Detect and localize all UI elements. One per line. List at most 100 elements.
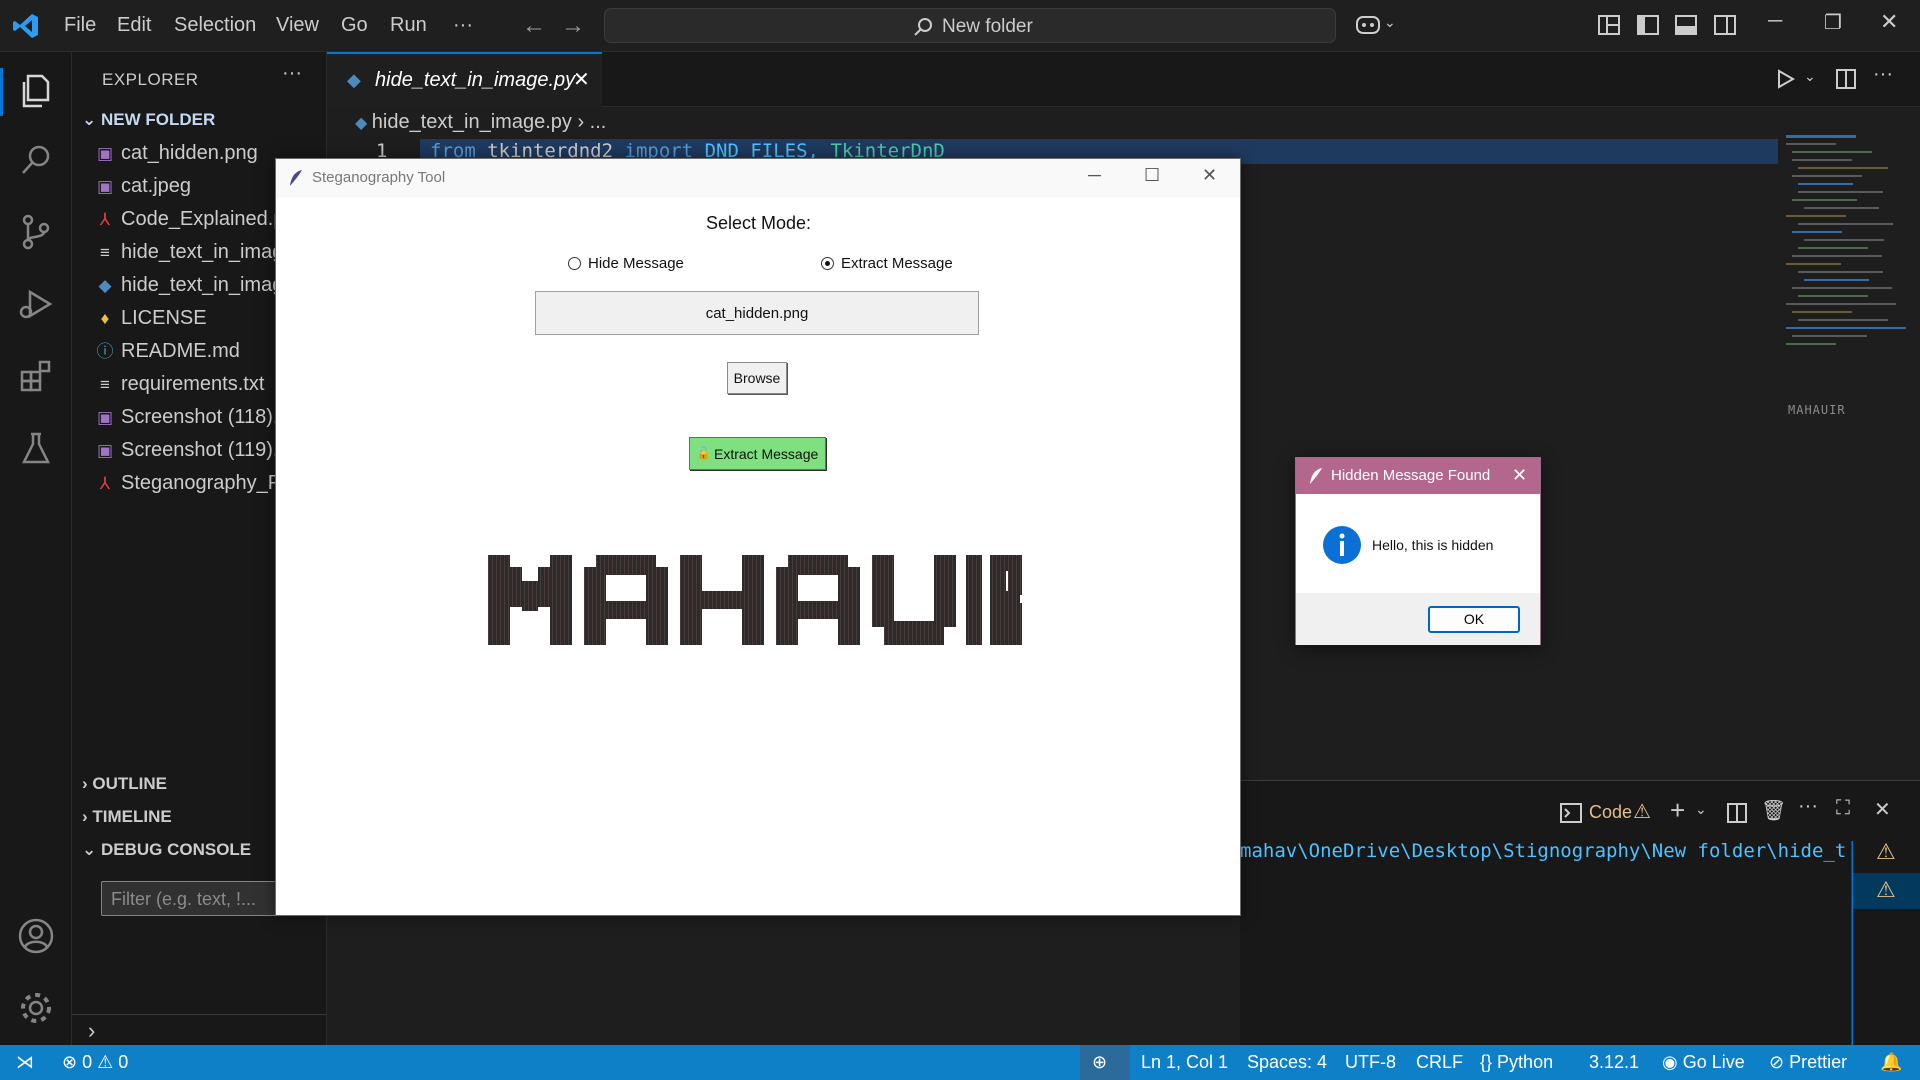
explorer-title: EXPLORER bbox=[102, 70, 199, 89]
close-window-icon[interactable]: ✕ bbox=[1202, 165, 1217, 186]
run-debug-icon[interactable] bbox=[16, 284, 56, 324]
close-window-icon[interactable]: ✕ bbox=[1880, 9, 1898, 35]
explorer-icon[interactable] bbox=[16, 70, 56, 110]
timeline-section[interactable]: › TIMELINE bbox=[82, 807, 172, 827]
more-actions-icon[interactable]: ··· bbox=[282, 62, 302, 85]
text-file-icon: ≡ bbox=[100, 375, 110, 394]
editor-more-actions-icon[interactable]: ··· bbox=[1873, 63, 1893, 86]
prettier[interactable]: ⊘ Prettier bbox=[1769, 1052, 1847, 1073]
source-control-icon[interactable] bbox=[16, 212, 56, 252]
notifications-bell-icon[interactable]: 🔔 bbox=[1880, 1052, 1902, 1073]
python-file-icon: ◆ bbox=[347, 70, 361, 90]
accounts-icon[interactable] bbox=[16, 916, 56, 956]
remote-indicator-icon[interactable]: ⋊ bbox=[16, 1052, 34, 1073]
menu-edit[interactable]: Edit bbox=[117, 14, 151, 37]
terminal-warning-icon[interactable]: ⚠ bbox=[1876, 839, 1896, 865]
browse-button[interactable]: Browse bbox=[727, 362, 787, 394]
mahavir-logo-art bbox=[488, 555, 1022, 645]
feather-icon bbox=[290, 170, 302, 186]
debug-filter-input[interactable]: Filter (e.g. text, !... bbox=[101, 881, 301, 916]
go-live[interactable]: ◉ Go Live bbox=[1662, 1052, 1745, 1073]
chevron-down-icon[interactable]: ⌄ bbox=[1384, 14, 1396, 31]
broadcast-icon: ◉ bbox=[1662, 1052, 1678, 1072]
new-terminal-plus-icon[interactable]: + bbox=[1670, 795, 1685, 826]
chevron-down-icon[interactable]: ⌄ bbox=[1804, 68, 1816, 85]
testing-flask-icon[interactable] bbox=[16, 428, 56, 468]
filter-placeholder: Filter (e.g. text, !... bbox=[111, 889, 257, 909]
breadcrumb-file[interactable]: hide_text_in_image.py bbox=[372, 111, 572, 133]
settings-gear-icon[interactable] bbox=[16, 988, 56, 1028]
problems-indicator[interactable]: ⊗ 0 ⚠ 0 bbox=[62, 1052, 128, 1073]
end-of-line[interactable]: CRLF bbox=[1416, 1052, 1463, 1073]
menu-more[interactable]: ··· bbox=[453, 14, 473, 37]
close-tab-icon[interactable]: ✕ bbox=[573, 67, 590, 92]
folder-header[interactable]: ⌄ NEW FOLDER bbox=[82, 110, 215, 130]
close-panel-icon[interactable]: ✕ bbox=[1874, 797, 1891, 822]
search-icon[interactable] bbox=[16, 140, 56, 180]
minimap[interactable]: MAHAUIR bbox=[1778, 133, 1908, 453]
tab-hide-text-in-image[interactable]: ◆ hide_text_in_image.py ✕ bbox=[327, 52, 602, 108]
toggle-secondary-sidebar-icon[interactable] bbox=[1714, 15, 1736, 35]
chevron-right-icon[interactable]: › bbox=[88, 1018, 95, 1044]
python-version[interactable]: 3.12.1 bbox=[1589, 1052, 1639, 1073]
terminal-panel: Code ⚠ + ⌄ 🗑 ··· ⛶ ✕ ⚠ ⚠ bbox=[1240, 780, 1920, 1046]
restore-window-icon[interactable]: ❐ bbox=[1824, 10, 1842, 35]
error-icon: ⊗ bbox=[62, 1052, 78, 1072]
debug-console-section[interactable]: ⌄ DEBUG CONSOLE bbox=[82, 840, 251, 860]
menu-selection[interactable]: Selection bbox=[174, 14, 256, 37]
zoom-indicator[interactable]: ⊕ bbox=[1080, 1045, 1130, 1080]
run-python-icon[interactable] bbox=[1777, 69, 1795, 89]
radio-button-unchecked-icon bbox=[568, 257, 581, 270]
file-path-entry[interactable]: cat_hidden.png bbox=[535, 291, 979, 335]
radio-button-checked-icon bbox=[821, 257, 834, 270]
maximize-panel-icon[interactable]: ⛶ bbox=[1836, 797, 1850, 820]
minimize-window-icon[interactable]: ─ bbox=[1768, 10, 1782, 33]
customize-layout-icon[interactable] bbox=[1598, 15, 1620, 35]
extract-message-button[interactable]: 🔓 Extract Message bbox=[689, 437, 826, 470]
info-icon bbox=[1323, 526, 1361, 564]
indentation[interactable]: Spaces: 4 bbox=[1247, 1052, 1327, 1073]
status-bar: ⋊ ⊗ 0 ⚠ 0 ⊕ Ln 1, Col 1 Spaces: 4 UTF-8 … bbox=[0, 1045, 1920, 1080]
dialog-title: Hidden Message Found bbox=[1331, 467, 1491, 484]
breadcrumb-more[interactable]: ... bbox=[590, 111, 607, 133]
panel-more-actions-icon[interactable]: ··· bbox=[1798, 795, 1818, 818]
toggle-panel-icon[interactable] bbox=[1675, 15, 1697, 35]
image-file-icon: ▣ bbox=[96, 408, 114, 427]
tk-window-title: Steganography Tool bbox=[312, 169, 446, 186]
menu-run[interactable]: Run bbox=[390, 14, 427, 37]
menu-go[interactable]: Go bbox=[341, 14, 368, 37]
maximize-window-icon[interactable]: ☐ bbox=[1144, 165, 1160, 186]
back-arrow-icon[interactable]: ← bbox=[522, 12, 546, 40]
menu-view[interactable]: View bbox=[276, 14, 319, 37]
title-bar: File Edit Selection View Go Run ··· ← → … bbox=[0, 0, 1920, 52]
image-file-icon: ▣ bbox=[96, 144, 114, 163]
zoom-icon: ⊕ bbox=[1092, 1052, 1108, 1072]
command-center-label: New folder bbox=[942, 16, 1033, 37]
outline-section[interactable]: › OUTLINE bbox=[82, 774, 167, 794]
close-dialog-icon[interactable]: ✕ bbox=[1512, 465, 1527, 486]
terminal-warning-icon[interactable]: ⚠ bbox=[1876, 877, 1896, 903]
command-center-search[interactable]: New folder bbox=[604, 8, 1336, 43]
warning-icon: ⚠ bbox=[97, 1052, 114, 1072]
chevron-down-icon[interactable]: ⌄ bbox=[1695, 801, 1707, 818]
terminal-name[interactable]: Code bbox=[1589, 802, 1632, 823]
kill-terminal-trash-icon[interactable]: 🗑 bbox=[1761, 798, 1786, 823]
extensions-icon[interactable] bbox=[16, 356, 56, 396]
minimize-window-icon[interactable]: ─ bbox=[1088, 165, 1101, 186]
toggle-primary-sidebar-icon[interactable] bbox=[1637, 15, 1659, 35]
encoding[interactable]: UTF-8 bbox=[1345, 1052, 1396, 1073]
vscode-logo-icon bbox=[13, 14, 38, 38]
menu-file[interactable]: File bbox=[64, 14, 96, 37]
cursor-position[interactable]: Ln 1, Col 1 bbox=[1141, 1052, 1228, 1073]
breadcrumb: ◆ hide_text_in_image.py › ... bbox=[355, 111, 606, 134]
terminal-tabs-divider bbox=[1852, 841, 1853, 1046]
ok-button[interactable]: OK bbox=[1428, 606, 1520, 633]
split-terminal-icon[interactable] bbox=[1727, 803, 1747, 823]
braces-icon: {} bbox=[1480, 1052, 1493, 1072]
copilot-icon[interactable] bbox=[1355, 13, 1381, 37]
forward-arrow-icon[interactable]: → bbox=[561, 12, 585, 40]
dialog-message: Hello, this is hidden bbox=[1372, 537, 1494, 553]
language-mode[interactable]: {} Python bbox=[1480, 1052, 1553, 1073]
split-editor-icon[interactable] bbox=[1836, 69, 1856, 89]
terminal-output-line[interactable]: mahav\OneDrive\Desktop\Stignography\New … bbox=[1240, 840, 1846, 862]
